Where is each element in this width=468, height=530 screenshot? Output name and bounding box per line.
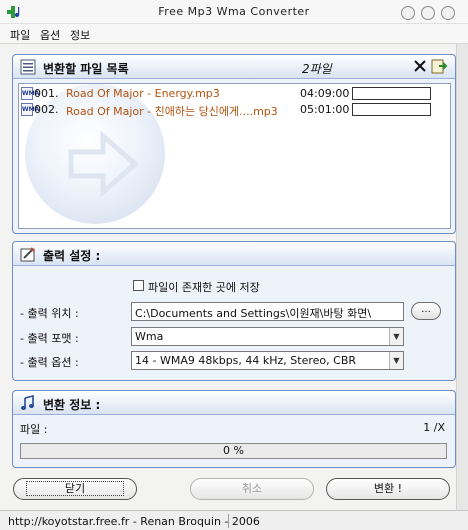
output-settings-title: 출력 설정 :	[43, 249, 101, 263]
close-button-label: 닫기	[25, 481, 125, 496]
output-settings-panel: 출력 설정 : 파일이 존재한 곳에 저장 - 출력 위치 : C:\Docum…	[12, 241, 456, 381]
status-text: http://koyotstar.free.fr - Renan Broquin…	[8, 515, 260, 528]
file-progress-bar	[352, 87, 431, 100]
current-file-label: 파일 :	[20, 423, 48, 436]
file-duration: 05:01:00	[300, 103, 350, 116]
window-edge	[456, 44, 468, 530]
close-button[interactable]: 닫기	[13, 478, 137, 500]
menu-bar: 파일 옵션 정보	[0, 24, 468, 44]
cancel-button-label: 취소	[241, 482, 263, 495]
file-name: Road Of Major - 친애하는 당신에게....mp3	[66, 105, 278, 118]
file-row[interactable]: WMA 001. Road Of Major - Energy.mp3 04:0…	[19, 86, 450, 101]
output-option-select[interactable]: 14 - WMA9 48kbps, 44 kHz, Stereo, CBR ▼	[131, 351, 404, 370]
file-count: 2파일	[302, 62, 332, 76]
file-counter: 1 /X	[423, 421, 445, 434]
conversion-info-panel: 변환 정보 : 파일 : 1 /X 0 %	[12, 390, 456, 468]
conversion-info-header: 변환 정보 :	[13, 391, 455, 415]
settings-icon	[20, 247, 35, 262]
file-list-header: 변환할 파일 목록 2파일	[13, 55, 455, 79]
output-option-label: - 출력 옵션 :	[20, 356, 79, 369]
status-divider	[228, 514, 229, 528]
output-location-label: - 출력 위치 :	[20, 307, 79, 320]
file-list[interactable]: WMA 001. Road Of Major - Energy.mp3 04:0…	[18, 83, 451, 229]
browse-button[interactable]: ...	[411, 302, 441, 320]
status-bar: http://koyotstar.free.fr - Renan Broquin…	[0, 510, 468, 530]
output-settings-header: 출력 설정 :	[13, 242, 455, 266]
convert-button-label: 변환 !	[373, 482, 403, 495]
output-format-label: - 출력 포맷 :	[20, 332, 79, 345]
file-name: Road Of Major - Energy.mp3	[66, 87, 220, 100]
window-title: Free Mp3 Wma Converter	[158, 5, 310, 18]
conversion-info-title: 변환 정보 :	[43, 398, 101, 412]
watermark-arrow-icon	[68, 130, 139, 198]
title-bar: Free Mp3 Wma Converter	[0, 0, 468, 24]
add-file-icon[interactable]	[431, 58, 448, 74]
file-number: 002.	[34, 103, 59, 116]
output-format-value: Wma	[135, 330, 164, 343]
music-note-icon	[21, 395, 34, 410]
total-progress-bar: 0 %	[20, 443, 447, 459]
minimize-button[interactable]	[401, 6, 415, 20]
file-duration: 04:09:00	[300, 87, 350, 100]
cancel-button[interactable]: 취소	[190, 478, 314, 500]
convert-button[interactable]: 변환 !	[326, 478, 450, 500]
chevron-down-icon[interactable]: ▼	[389, 352, 403, 369]
wma-file-icon: WMA	[21, 103, 39, 116]
save-same-location-checkbox[interactable]	[133, 280, 144, 291]
menu-info[interactable]: 정보	[70, 27, 90, 43]
output-option-value: 14 - WMA9 48kbps, 44 kHz, Stereo, CBR	[135, 354, 357, 367]
output-format-select[interactable]: Wma ▼	[131, 327, 404, 346]
maximize-button[interactable]	[421, 6, 435, 20]
list-icon	[20, 59, 36, 75]
chevron-down-icon[interactable]: ▼	[389, 328, 403, 345]
progress-percent: 0 %	[223, 444, 244, 457]
remove-file-icon[interactable]	[413, 59, 427, 73]
close-window-button[interactable]	[441, 6, 455, 20]
save-same-location-label: 파일이 존재한 곳에 저장	[148, 281, 260, 294]
output-location-field[interactable]: C:\Documents and Settings\이원재\바탕 화면\	[131, 302, 404, 321]
menu-options[interactable]: 옵션	[40, 27, 60, 43]
file-progress-bar	[352, 103, 431, 116]
wma-file-icon: WMA	[21, 87, 39, 100]
file-list-title: 변환할 파일 목록	[43, 62, 129, 76]
file-list-panel: 변환할 파일 목록 2파일 WMA 001. Road Of Major - E…	[12, 54, 456, 234]
menu-file[interactable]: 파일	[10, 27, 30, 43]
file-number: 001.	[34, 87, 59, 100]
file-row[interactable]: WMA 002. Road Of Major - 친애하는 당신에게....mp…	[19, 102, 450, 118]
